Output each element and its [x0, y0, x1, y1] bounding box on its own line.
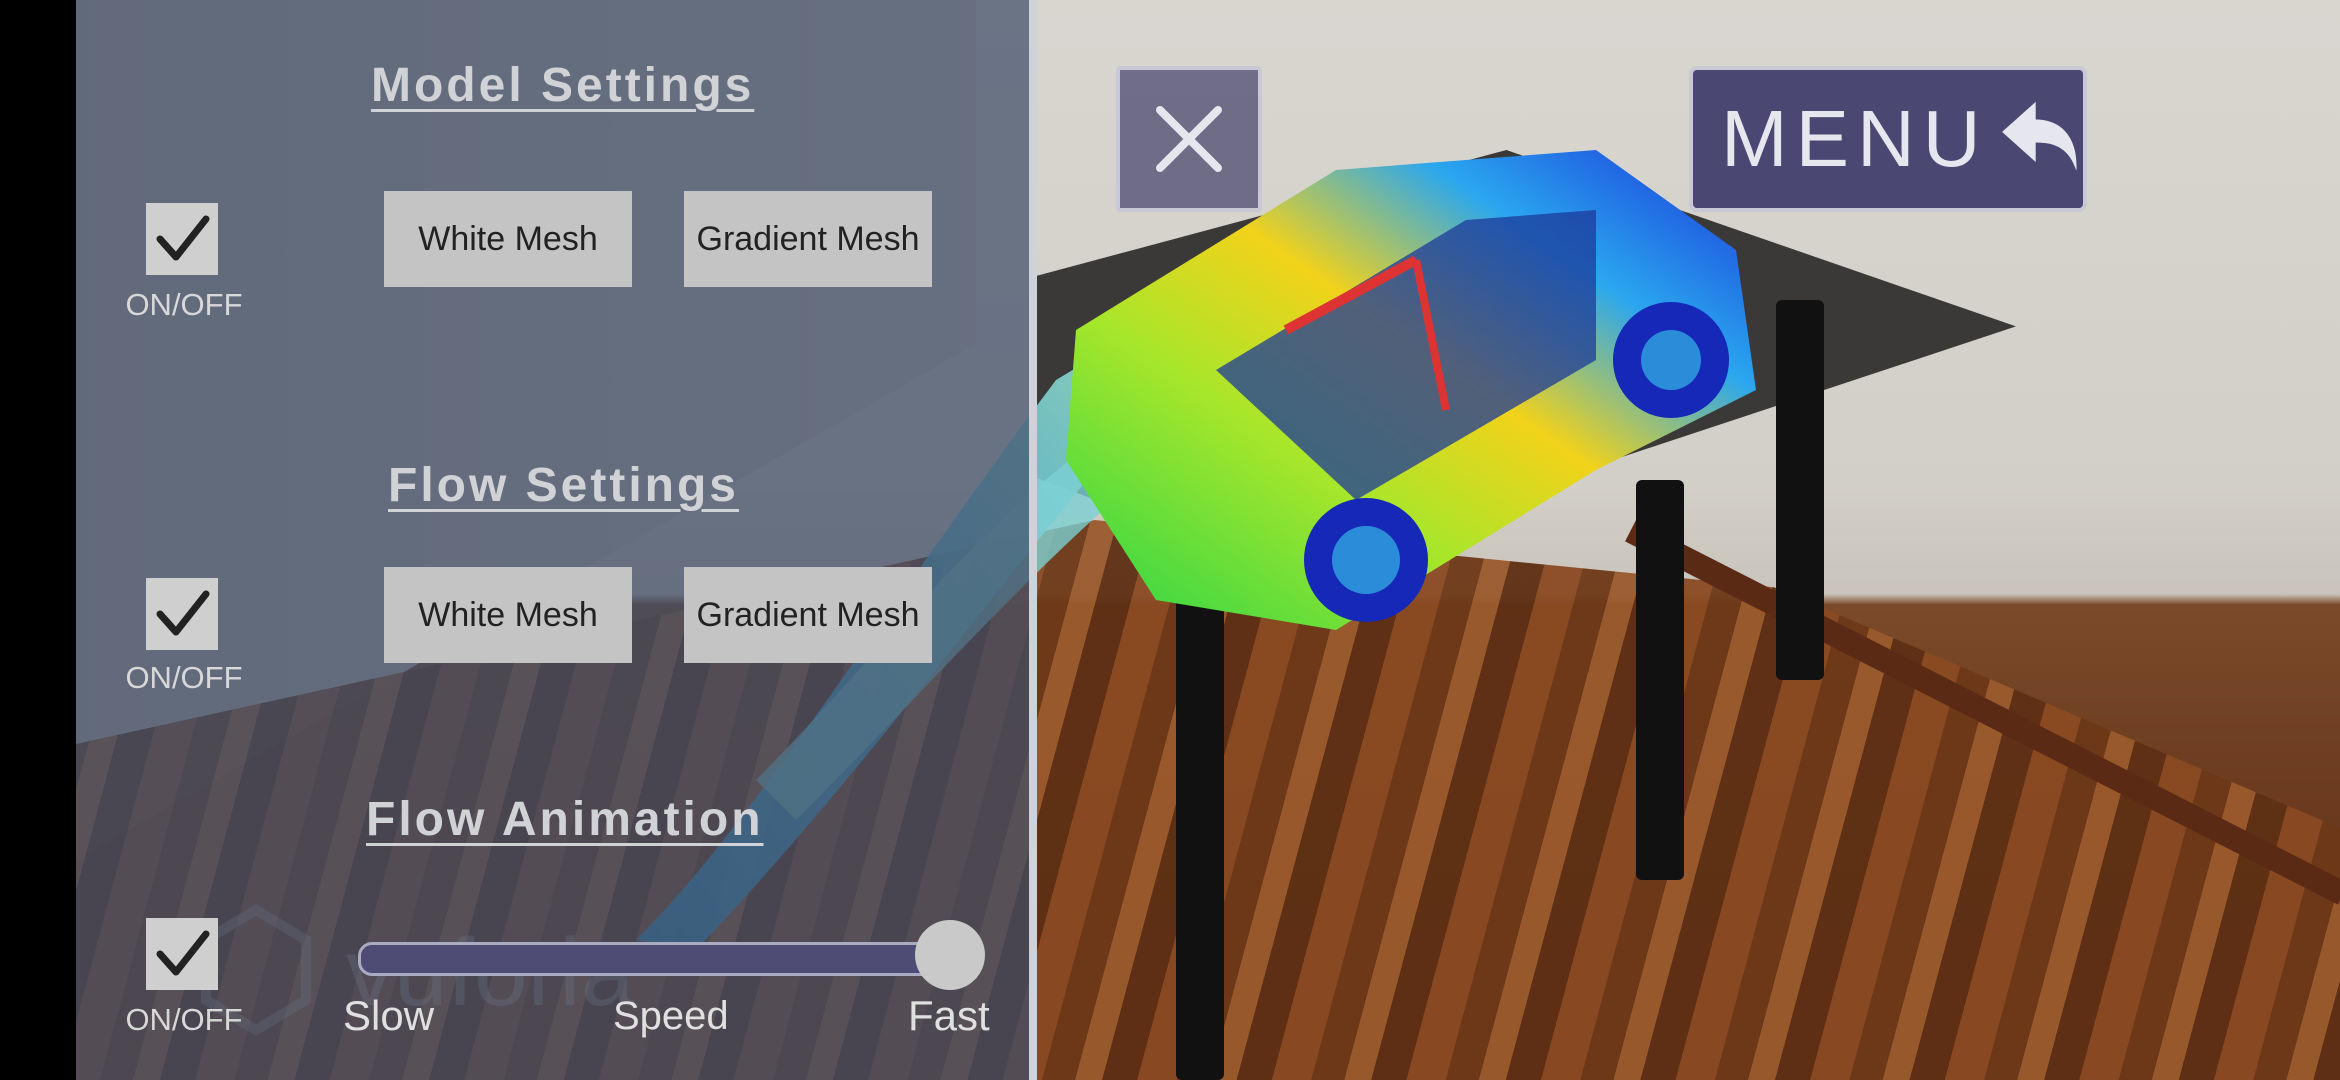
flow-gradient-mesh-button[interactable]: Gradient Mesh [684, 567, 932, 663]
speed-slider-track[interactable] [358, 942, 952, 976]
flow-animation-title: Flow Animation [366, 793, 764, 846]
slow-label: Slow [343, 992, 435, 1039]
animation-toggle-checkbox[interactable] [146, 918, 218, 990]
checkmark-icon [156, 930, 210, 976]
fast-label: Fast [908, 992, 990, 1039]
flow-settings-title: Flow Settings [388, 459, 739, 512]
model-white-mesh-button[interactable]: White Mesh [384, 191, 632, 287]
close-button[interactable] [1116, 66, 1262, 212]
checkmark-icon [156, 590, 210, 636]
model-gradient-mesh-button[interactable]: Gradient Mesh [684, 191, 932, 287]
animation-toggle-label: ON/OFF [125, 1002, 243, 1037]
model-toggle-checkbox[interactable] [146, 203, 218, 275]
flow-toggle-label: ON/OFF [125, 660, 243, 695]
flow-toggle-checkbox[interactable] [146, 578, 218, 650]
undo-arrow-icon [2001, 101, 2077, 171]
settings-panel [76, 0, 1029, 1080]
speed-slider-thumb[interactable] [915, 920, 985, 990]
flow-white-mesh-button[interactable]: White Mesh [384, 567, 632, 663]
close-icon [1156, 106, 1222, 172]
speed-label: Speed [613, 994, 729, 1038]
menu-label: MENU [1721, 94, 1989, 183]
checkmark-icon [156, 215, 210, 261]
model-settings-title: Model Settings [371, 59, 755, 112]
menu-button[interactable]: MENU [1689, 66, 2087, 212]
model-toggle-label: ON/OFF [125, 287, 243, 322]
panel-divider [1029, 0, 1037, 1080]
